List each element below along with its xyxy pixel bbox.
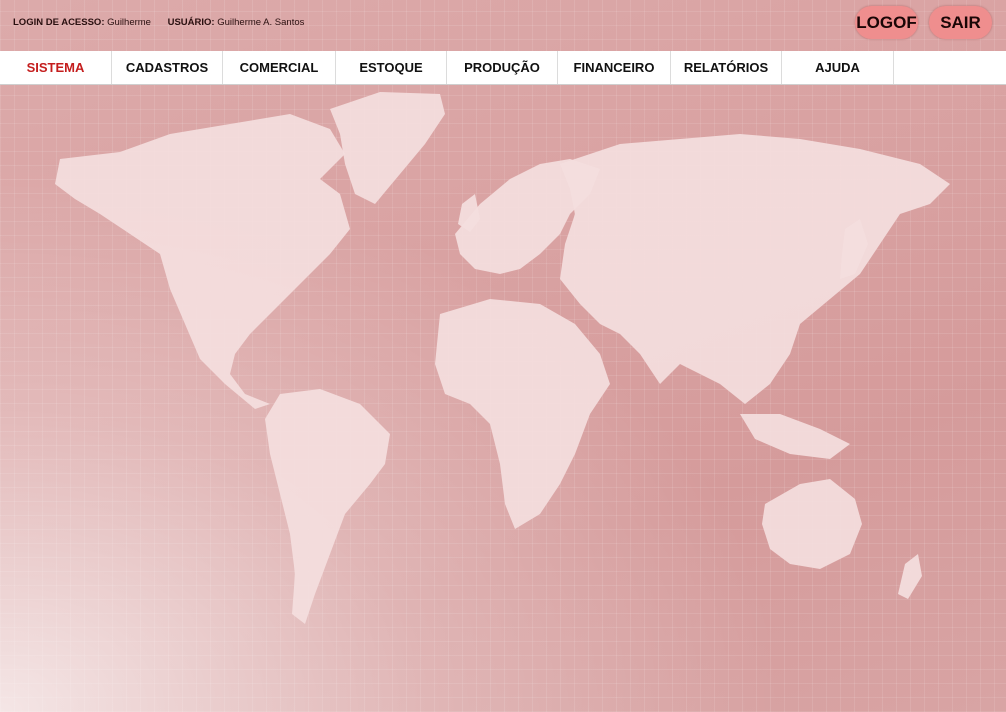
map-south-america [265,389,390,624]
menu-comercial[interactable]: COMERCIAL [223,51,336,84]
main-menu: SISTEMA CADASTROS COMERCIAL ESTOQUE PROD… [0,51,1006,85]
map-new-zealand [898,554,922,599]
top-bar: LOGIN DE ACESSO: Guilherme USUÁRIO: Guil… [0,0,1006,50]
menu-estoque[interactable]: ESTOQUE [336,51,447,84]
map-africa [435,299,610,529]
login-value: Guilherme [107,17,151,28]
map-greenland [330,92,445,204]
map-north-america [55,114,350,409]
menu-relatorios[interactable]: RELATÓRIOS [671,51,782,84]
menu-cadastros[interactable]: CADASTROS [112,51,223,84]
map-se-asia [740,414,850,459]
login-info: LOGIN DE ACESSO: Guilherme USUÁRIO: Guil… [13,17,304,28]
login-label: LOGIN DE ACESSO: [13,17,105,28]
menu-producao[interactable]: PRODUÇÃO [447,51,558,84]
logof-button[interactable]: LOGOF [855,6,918,39]
sair-button[interactable]: SAIR [929,6,992,39]
map-australia [762,479,862,569]
menu-ajuda[interactable]: AJUDA [782,51,894,84]
map-asia [560,134,950,404]
menu-financeiro[interactable]: FINANCEIRO [558,51,671,84]
world-map [55,92,950,624]
user-value: Guilherme A. Santos [217,17,305,28]
menu-sistema[interactable]: SISTEMA [0,51,112,84]
user-label: USUÁRIO: [167,17,215,28]
